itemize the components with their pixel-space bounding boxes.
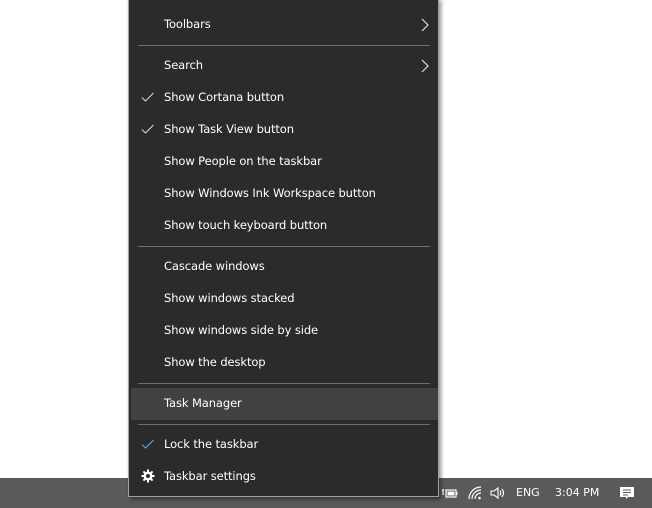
menu-separator: [138, 383, 430, 384]
menu-separator: [138, 45, 430, 46]
menu-separator: [138, 424, 430, 425]
menu-item-task-manager[interactable]: Task Manager: [131, 388, 438, 420]
menu-item-show-cortana-button[interactable]: Show Cortana button: [131, 82, 438, 114]
language-indicator[interactable]: ENG: [516, 486, 540, 499]
checkmark-icon: [141, 124, 154, 134]
gear-icon: [141, 469, 155, 483]
wifi-icon[interactable]: [466, 484, 484, 502]
battery-charging-icon[interactable]: [441, 484, 459, 502]
menu-item-show-the-desktop[interactable]: Show the desktop: [131, 347, 438, 379]
menu-item-show-task-view-button[interactable]: Show Task View button: [131, 114, 438, 146]
menu-item-show-people[interactable]: Show People on the taskbar: [131, 146, 438, 178]
menu-item-show-windows-stacked[interactable]: Show windows stacked: [131, 283, 438, 315]
menu-item-toolbars[interactable]: Toolbars: [131, 9, 438, 41]
speaker-icon[interactable]: [489, 484, 507, 502]
checkmark-icon: [141, 92, 154, 102]
chevron-right-icon: [421, 59, 429, 73]
menu-separator: [138, 246, 430, 247]
menu-item-lock-the-taskbar[interactable]: Lock the taskbar: [131, 429, 438, 461]
clock[interactable]: 3:04 PM: [555, 486, 599, 499]
menu-item-taskbar-settings[interactable]: Taskbar settings: [131, 461, 438, 493]
menu-item-show-windows-ink-workspace[interactable]: Show Windows Ink Workspace button: [131, 178, 438, 210]
action-center-icon[interactable]: [618, 484, 636, 502]
taskbar-context-menu: Toolbars Search Show Cortana button Show…: [128, 0, 439, 497]
menu-item-show-windows-side-by-side[interactable]: Show windows side by side: [131, 315, 438, 347]
menu-item-search[interactable]: Search: [131, 50, 438, 82]
menu-item-show-touch-keyboard[interactable]: Show touch keyboard button: [131, 210, 438, 242]
menu-item-cascade-windows[interactable]: Cascade windows: [131, 251, 438, 283]
chevron-right-icon: [421, 18, 429, 32]
checkmark-icon: [141, 439, 154, 449]
